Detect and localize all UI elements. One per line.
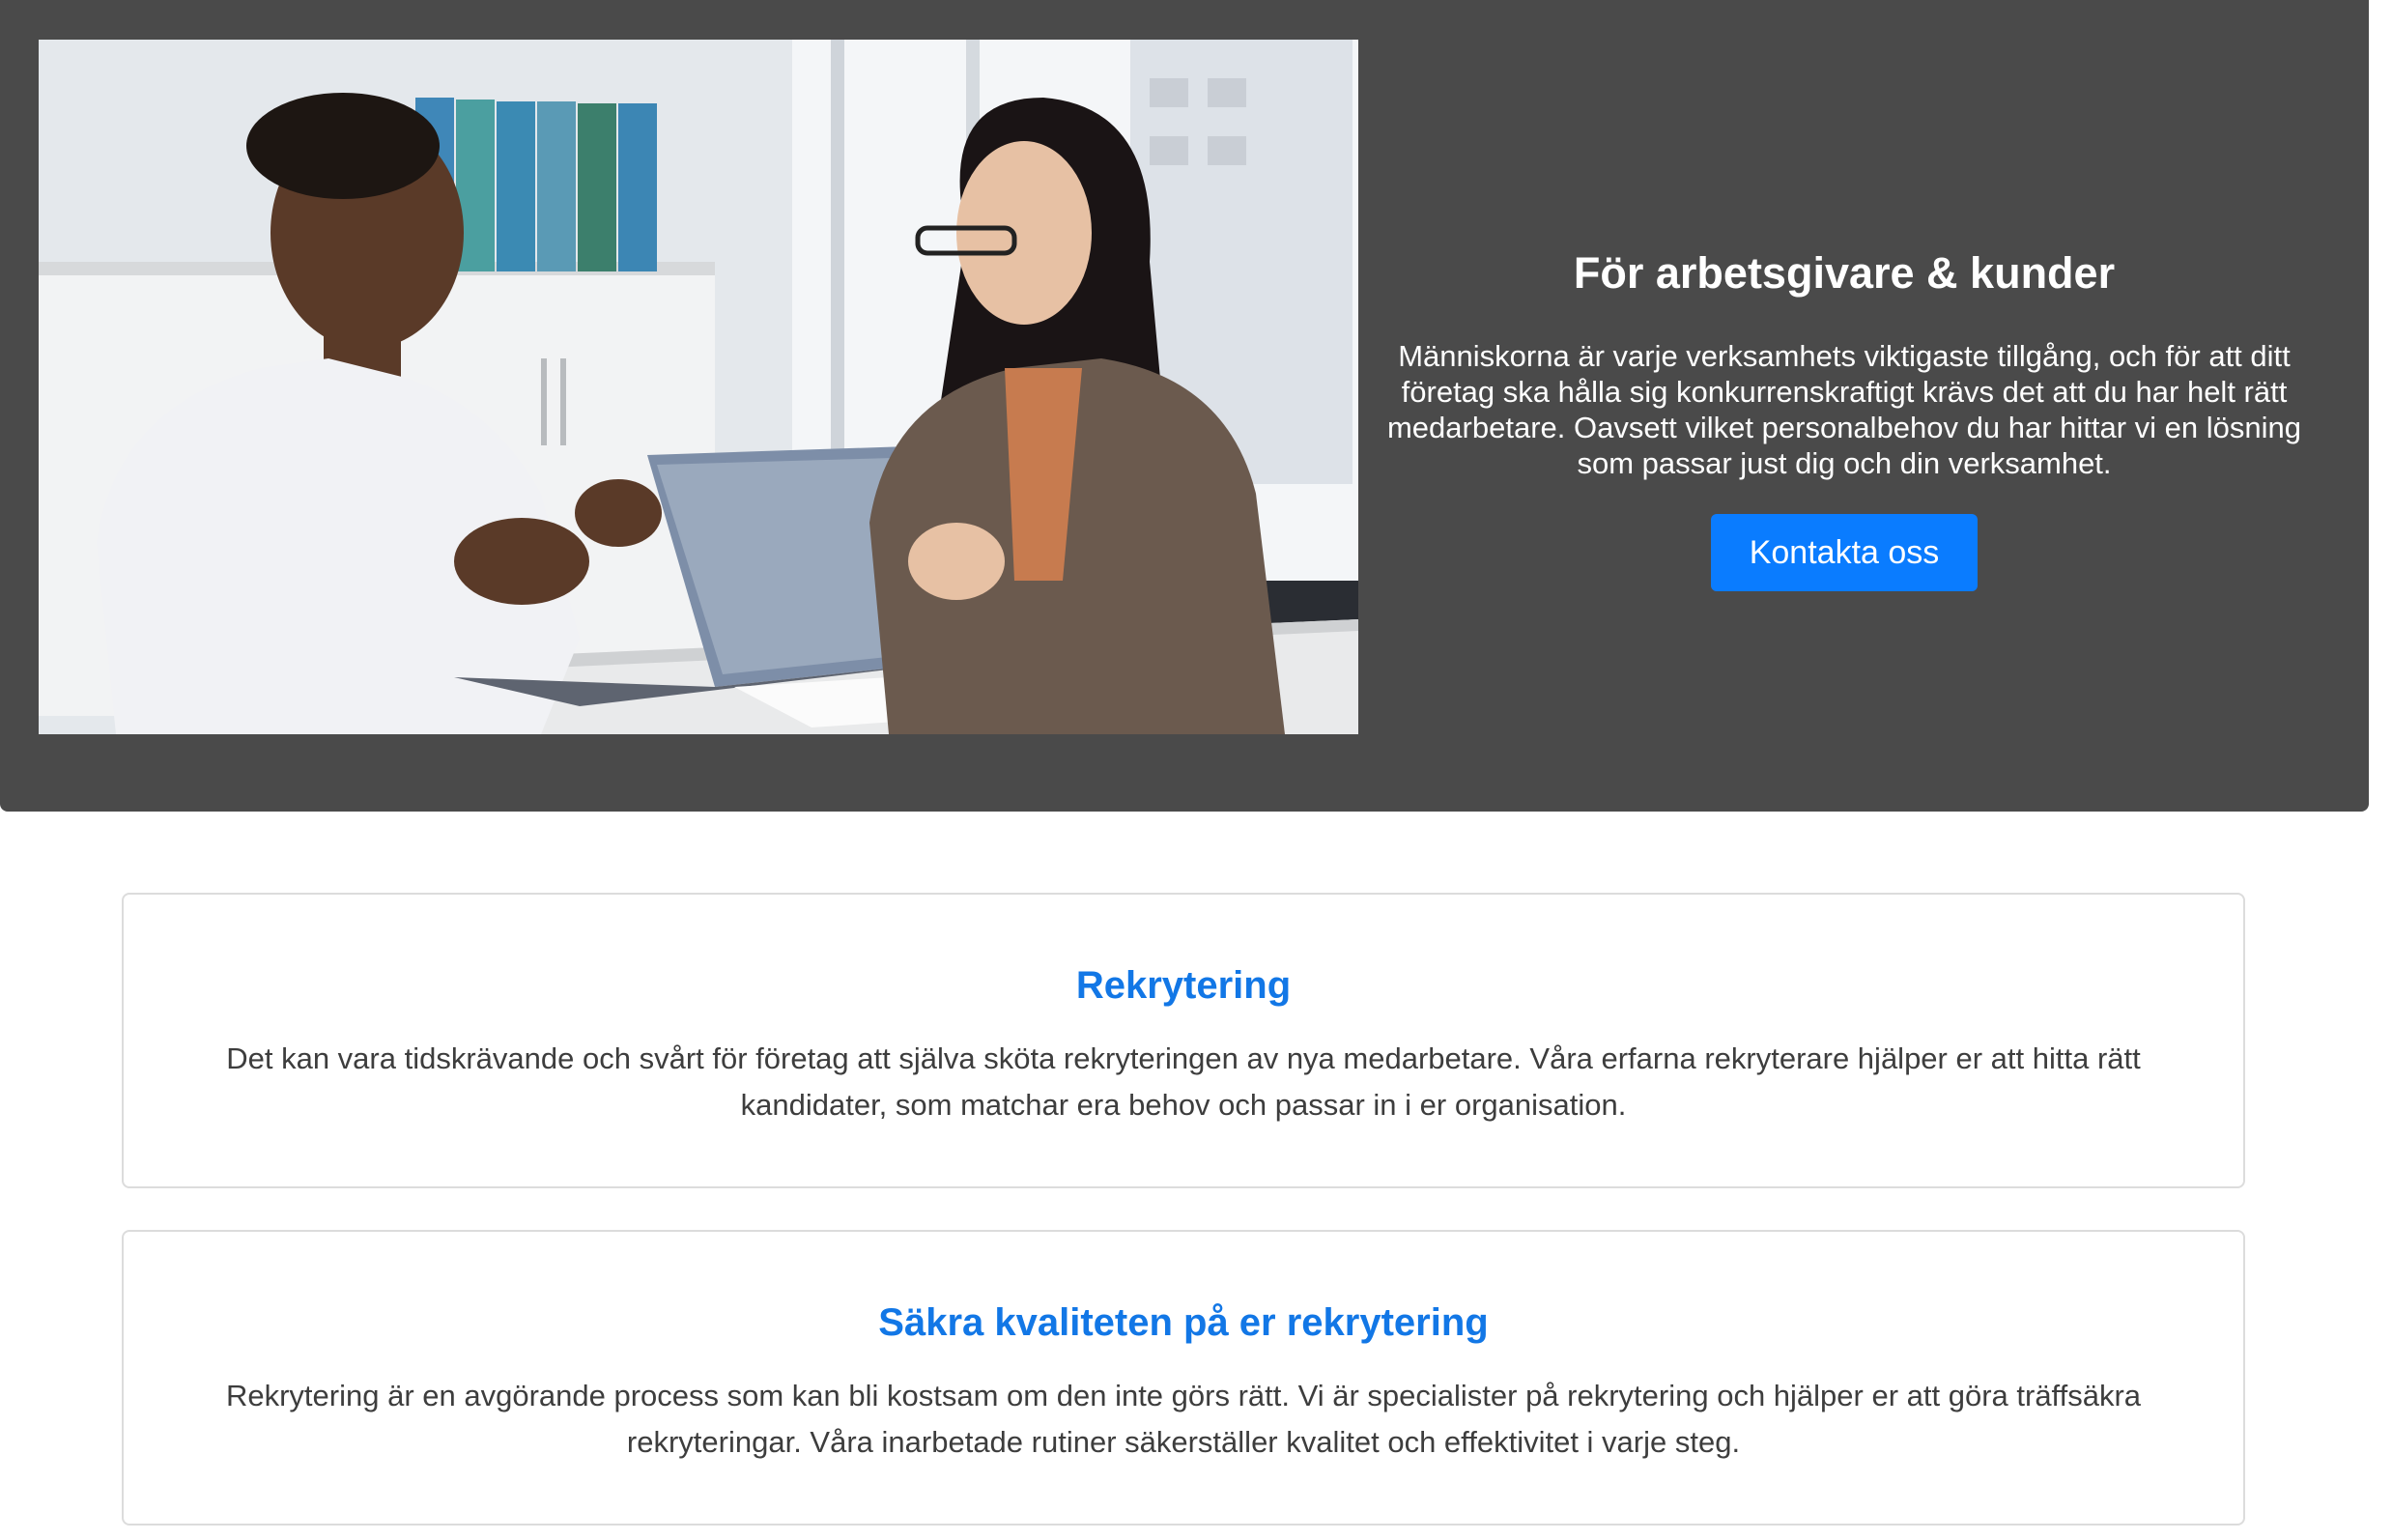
card-title: Rekrytering <box>1075 964 1292 1007</box>
hero-section: För arbetsgivare & kunder Människorna är… <box>0 0 2369 812</box>
hero-description: Människorna är varje verksamhets viktiga… <box>1386 339 2302 480</box>
card-description: Rekrytering är en avgörande process som … <box>225 1379 2142 1459</box>
card-description: Det kan vara tidskrävande och svårt för … <box>226 1041 2141 1122</box>
hero-text-block: För arbetsgivare & kunder Människorna är… <box>1364 242 2324 591</box>
service-card-recruitment: Rekrytering Det kan vara tidskrävande oc… <box>122 893 2245 1188</box>
hero-title: För arbetsgivare & kunder <box>1573 248 2116 298</box>
service-card-quality: Säkra kvaliteten på er rekrytering Rekry… <box>122 1230 2245 1526</box>
hero-photo-meeting <box>39 40 1358 734</box>
card-title: Säkra kvaliteten på er rekrytering <box>878 1301 1489 1344</box>
contact-us-button[interactable]: Kontakta oss <box>1710 514 1979 591</box>
